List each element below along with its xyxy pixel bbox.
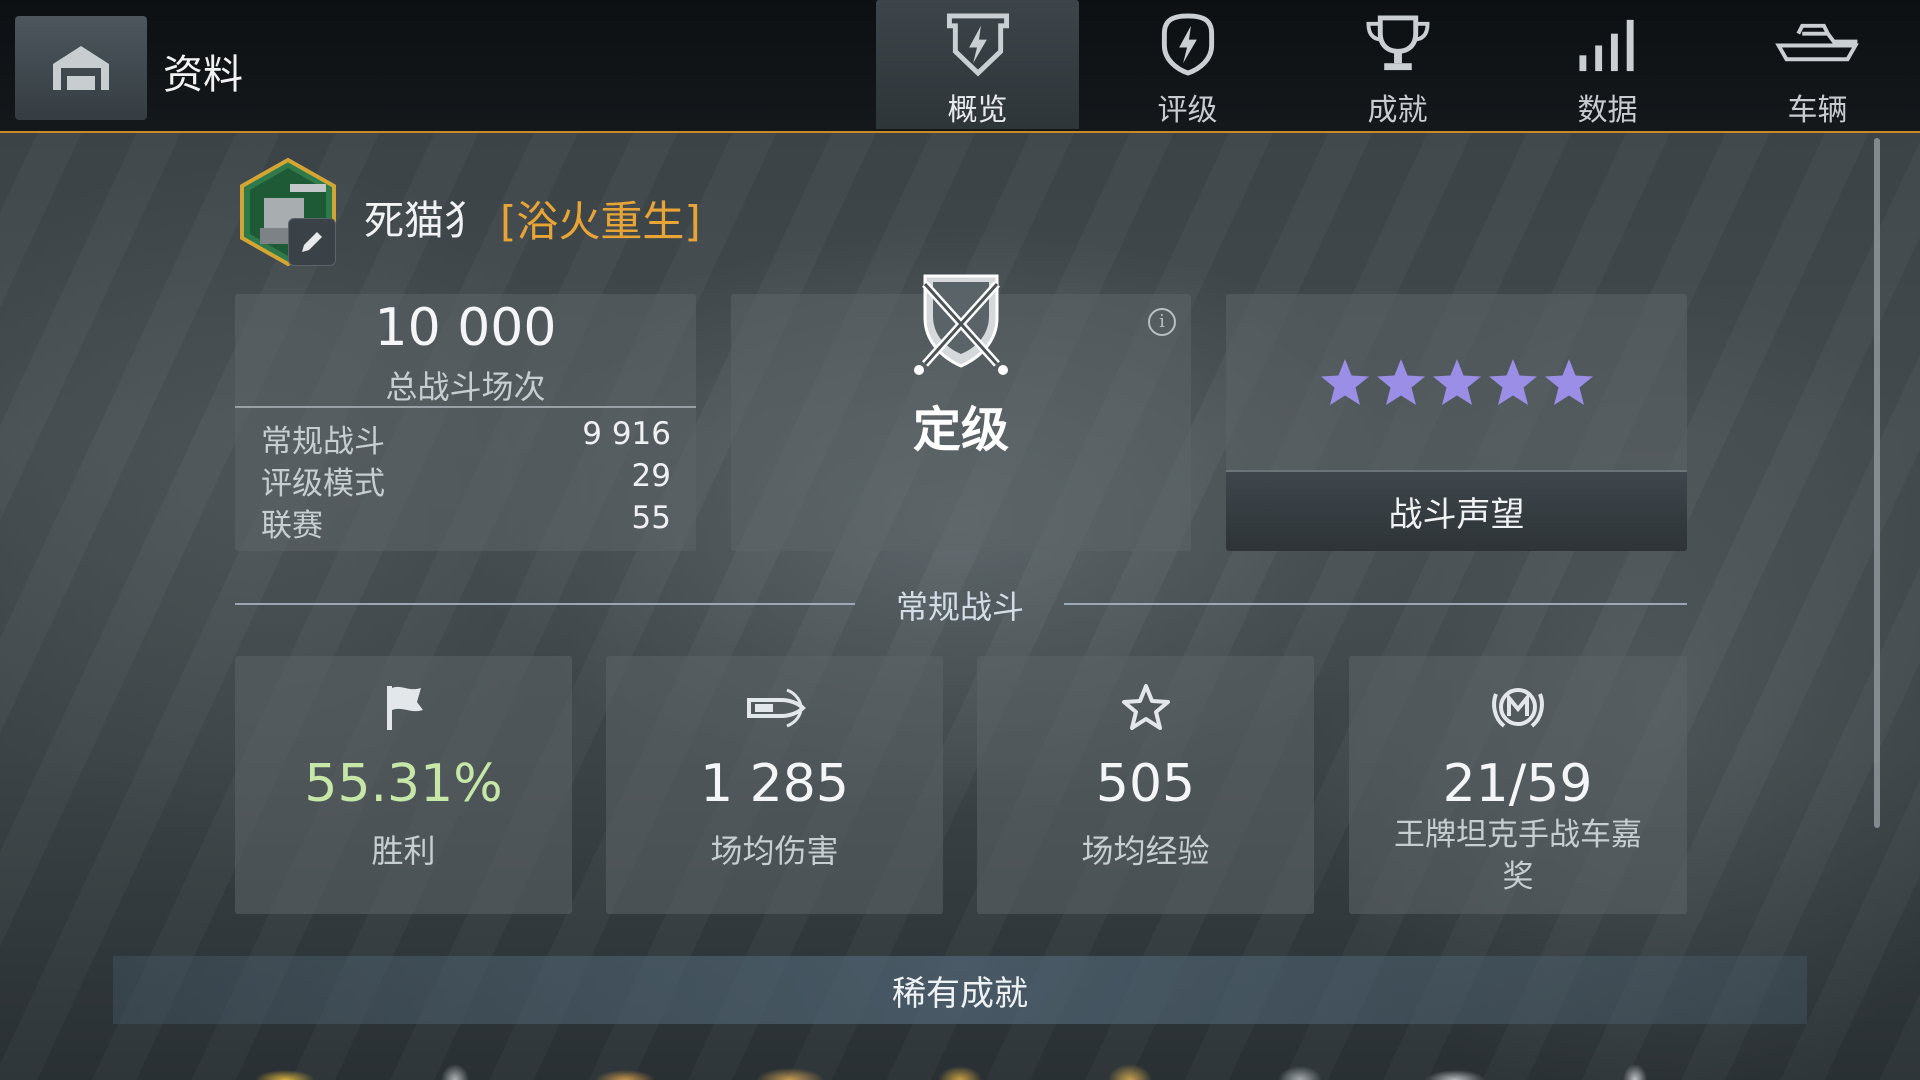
star-outline-icon xyxy=(1121,684,1170,730)
reputation-star-icon xyxy=(1545,359,1593,405)
achievement-medal-icon[interactable] xyxy=(590,1060,660,1080)
reputation-star-icon xyxy=(1433,359,1481,405)
tab-statistics[interactable]: 数据 xyxy=(1506,0,1709,129)
section-title: 常规战斗 xyxy=(895,588,1024,626)
shield-bolt-icon xyxy=(946,13,1009,77)
ace-mastery-value: 21/59 xyxy=(1442,754,1593,814)
tab-rating[interactable]: 评级 xyxy=(1086,0,1289,129)
reputation-panel: 战斗声望 xyxy=(1226,294,1687,551)
avg-damage-caption: 场均伤害 xyxy=(710,832,839,870)
battle-row-label: 评级模式 xyxy=(261,466,385,502)
battle-row-value: 9 916 xyxy=(582,416,671,452)
total-battles-label: 总战斗场次 xyxy=(385,368,546,406)
tab-bar: 概览 评级 成就 数据 车辆 xyxy=(876,0,1920,131)
achievement-medal-icon[interactable] xyxy=(420,1060,490,1080)
tab-overview-label: 概览 xyxy=(947,93,1008,128)
win-rate-value: 55.31% xyxy=(304,754,503,814)
info-icon[interactable]: i xyxy=(1148,308,1176,336)
player-clan[interactable]: [浴火重生] xyxy=(500,188,701,249)
battle-row-league: 联赛 55 xyxy=(261,500,671,544)
avg-xp-value: 505 xyxy=(1095,754,1196,814)
garage-button[interactable] xyxy=(15,16,147,120)
achievement-medal-icon[interactable] xyxy=(755,1060,825,1080)
stat-icon xyxy=(1349,680,1686,734)
battle-reputation-button[interactable]: 战斗声望 xyxy=(1226,470,1687,551)
total-battles-value: 10 000 xyxy=(374,298,557,358)
tab-rating-label: 评级 xyxy=(1157,93,1218,128)
tab-overview[interactable]: 概览 xyxy=(876,0,1079,129)
rare-achievements-header[interactable]: 稀有成就 xyxy=(113,956,1807,1024)
top-bar: 资料 概览 评级 成就 数据 车辆 xyxy=(0,0,1920,133)
tab-vehicles-label: 车辆 xyxy=(1787,93,1848,128)
mastery-badge-icon xyxy=(1491,688,1544,728)
win-rate-caption: 胜利 xyxy=(371,832,436,870)
scrollbar[interactable] xyxy=(1874,138,1880,828)
battle-row-value: 55 xyxy=(631,500,671,536)
stat-card-win-rate[interactable]: 55.31% 胜利 xyxy=(235,656,572,914)
stat-card-avg-xp[interactable]: 505 场均经验 xyxy=(977,656,1314,914)
avg-damage-value: 1 285 xyxy=(700,754,849,814)
trophy-icon xyxy=(1365,15,1430,71)
crossed-swords-shield-icon xyxy=(914,274,1008,375)
stat-icon xyxy=(977,680,1314,734)
flag-icon xyxy=(386,686,423,730)
battle-row-label: 联赛 xyxy=(261,508,323,544)
edit-avatar-button[interactable] xyxy=(288,218,336,266)
battle-row-value: 29 xyxy=(631,458,671,494)
achievement-medal-icon[interactable] xyxy=(1420,1060,1490,1080)
battle-row-rating: 评级模式 29 xyxy=(261,458,671,502)
achievement-strip xyxy=(0,1060,1920,1080)
tab-achievements[interactable]: 成就 xyxy=(1296,0,1499,129)
bolt-badge-icon xyxy=(1161,13,1214,76)
shell-icon xyxy=(746,688,806,728)
stat-icon xyxy=(235,680,572,734)
rating-label: 定级 xyxy=(912,402,1009,458)
reputation-star-icon xyxy=(1489,359,1537,405)
reputation-star-icon xyxy=(1321,359,1369,405)
avg-xp-caption: 场均经验 xyxy=(1081,832,1210,870)
achievement-medal-icon[interactable] xyxy=(1600,1060,1670,1080)
stat-card-ace-mastery[interactable]: 21/59 王牌坦克手战车嘉奖 xyxy=(1349,656,1687,914)
tab-vehicles[interactable]: 车辆 xyxy=(1716,0,1919,129)
reputation-stars xyxy=(1318,356,1598,410)
battle-row-label: 常规战斗 xyxy=(261,424,385,460)
stat-icon xyxy=(606,680,943,734)
tab-statistics-label: 数据 xyxy=(1577,93,1638,128)
ace-mastery-caption: 王牌坦克手战车嘉奖 xyxy=(1394,817,1642,895)
tank-icon xyxy=(1774,23,1859,62)
page-title: 资料 xyxy=(163,52,243,98)
achievement-medal-icon[interactable] xyxy=(1265,1060,1335,1080)
bar-signal-icon xyxy=(1578,19,1634,72)
hangar-icon xyxy=(53,46,109,90)
tab-achievements-label: 成就 xyxy=(1367,93,1428,128)
stat-card-avg-damage[interactable]: 1 285 场均伤害 xyxy=(606,656,943,914)
battles-panel: 10 000 总战斗场次 常规战斗 9 916 评级模式 29 联赛 55 xyxy=(235,294,696,551)
achievement-medal-icon[interactable] xyxy=(1095,1060,1165,1080)
achievement-medal-icon[interactable] xyxy=(925,1060,995,1080)
reputation-star-icon xyxy=(1377,359,1425,405)
rating-panel[interactable]: 定级 i xyxy=(731,274,1191,551)
achievement-medal-icon[interactable] xyxy=(250,1060,320,1080)
avatar[interactable] xyxy=(238,157,342,268)
pencil-icon xyxy=(302,232,322,252)
divider xyxy=(235,406,696,408)
player-name: 死猫犭 xyxy=(364,198,484,244)
battle-row-regular: 常规战斗 9 916 xyxy=(261,416,671,460)
